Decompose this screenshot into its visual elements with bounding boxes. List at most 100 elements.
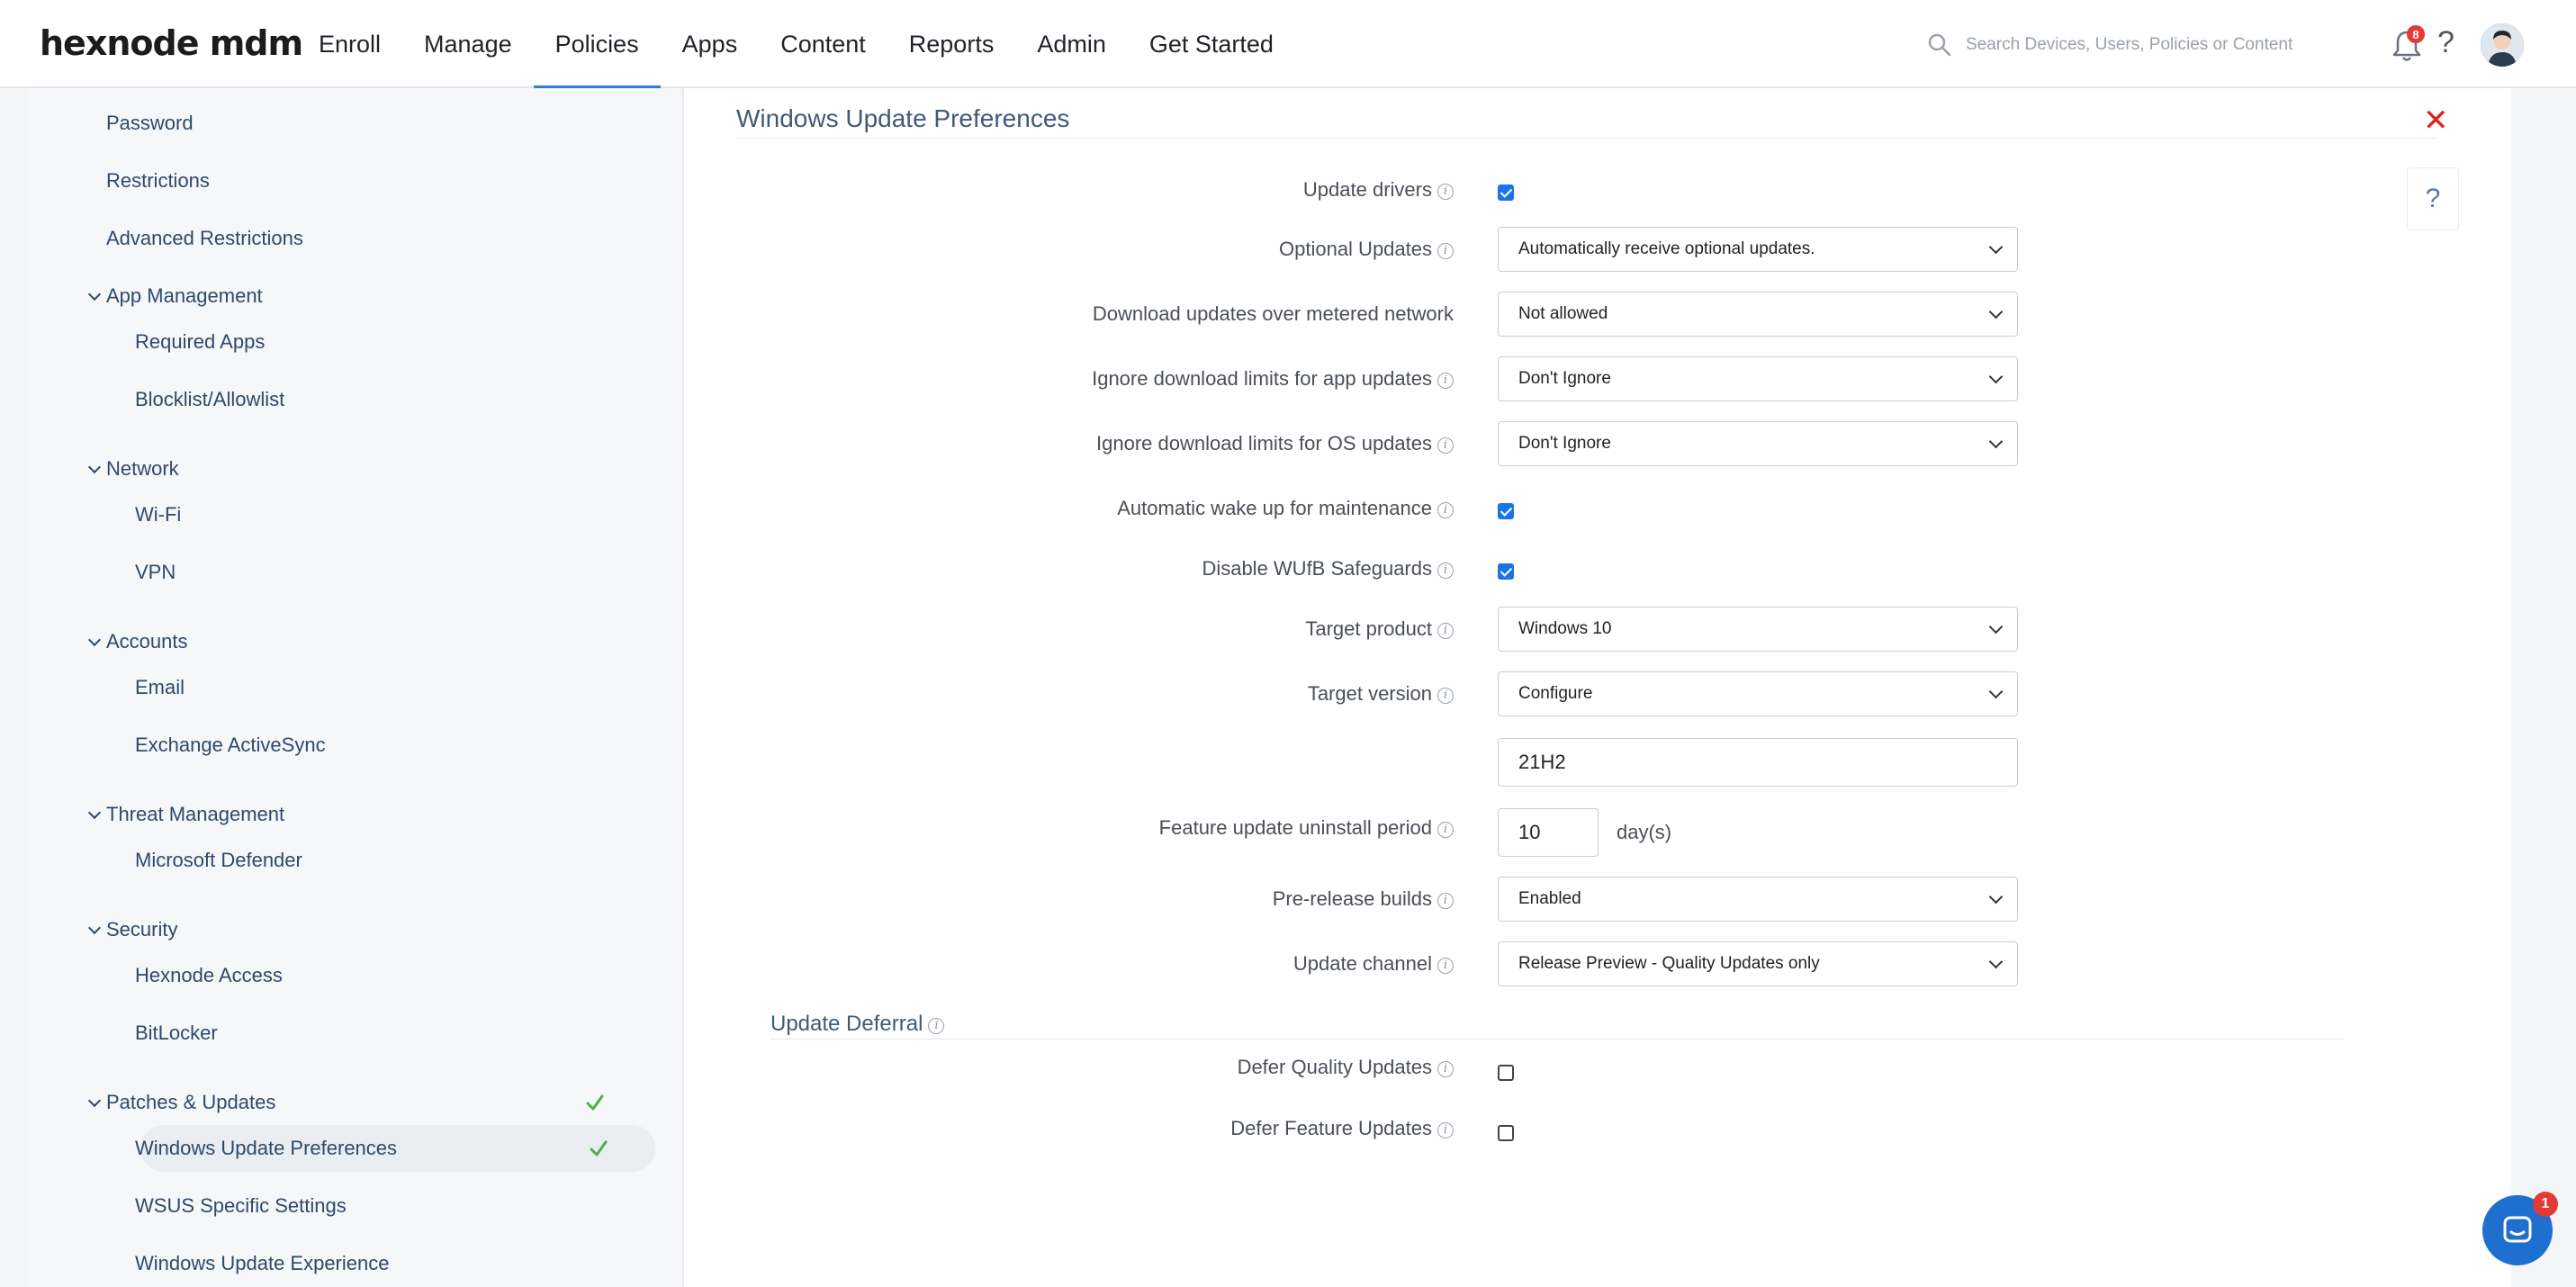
sidebar-item-restrictions[interactable]: Restrictions — [106, 169, 210, 193]
sidebar-group-security[interactable]: Security — [87, 918, 177, 941]
chevron-down-icon — [87, 460, 102, 474]
info-icon[interactable]: i — [1437, 1061, 1454, 1077]
sidebar-item-hexnode-access[interactable]: Hexnode Access — [135, 964, 283, 987]
nav-manage[interactable]: Manage — [402, 0, 534, 88]
chevron-down-icon — [1988, 239, 2004, 255]
search-input[interactable] — [1966, 35, 2344, 55]
nav-policies[interactable]: Policies — [533, 0, 661, 90]
search-icon — [1926, 32, 1953, 58]
chevron-down-icon — [1988, 619, 2004, 634]
chevron-down-icon — [87, 806, 102, 820]
main-nav: Enroll Manage Policies Apps Content Repo… — [297, 0, 1295, 90]
page-title: Windows Update Preferences — [736, 104, 1070, 132]
help-button[interactable]: ? — [2407, 167, 2459, 230]
field-row: Defer Feature Updates i — [684, 1117, 1454, 1149]
info-icon[interactable]: i — [1437, 373, 1454, 389]
disable-safeguards-checkbox[interactable] — [1498, 563, 1514, 580]
info-icon[interactable]: i — [1437, 243, 1454, 259]
field-row: Disable WUfB Safeguards i — [684, 557, 1454, 590]
info-icon[interactable]: i — [1437, 184, 1454, 200]
sidebar-item-exchange[interactable]: Exchange ActiveSync — [135, 734, 326, 757]
field-label: Feature update uninstall period i — [1159, 816, 1454, 840]
sidebar-item-defender[interactable]: Microsoft Defender — [135, 849, 302, 872]
field-label: Download updates over metered network — [1092, 302, 1454, 325]
field-row: Target product i — [684, 617, 1454, 650]
chevron-down-icon — [87, 287, 102, 302]
nav-get-started[interactable]: Get Started — [1128, 0, 1295, 88]
nav-reports[interactable]: Reports — [887, 0, 1016, 88]
sidebar-item-wifi[interactable]: Wi-Fi — [135, 503, 181, 526]
uninstall-period-input[interactable] — [1498, 808, 1599, 857]
hexnode-logo[interactable]: hexnode mdm — [40, 23, 303, 63]
nav-content[interactable]: Content — [759, 0, 887, 88]
field-row: Optional Updates i — [684, 238, 1454, 270]
field-row: Download updates over metered network — [684, 302, 1454, 335]
target-product-select[interactable]: Windows 10 — [1498, 607, 2018, 652]
prerelease-builds-select[interactable]: Enabled — [1498, 877, 2018, 922]
field-row: Feature update uninstall period i — [684, 816, 1454, 849]
defer-feature-checkbox[interactable] — [1498, 1125, 1514, 1141]
field-label: Update drivers i — [1303, 178, 1454, 202]
defer-quality-checkbox[interactable] — [1498, 1065, 1514, 1081]
user-avatar[interactable] — [2481, 23, 2524, 67]
chevron-down-icon — [1988, 684, 2004, 699]
info-icon[interactable]: i — [1437, 958, 1454, 974]
field-label: Defer Feature Updates i — [1230, 1117, 1454, 1140]
sidebar-group-threat-management[interactable]: Threat Management — [87, 803, 284, 826]
info-icon[interactable]: i — [1437, 623, 1454, 639]
sidebar-item-vpn[interactable]: VPN — [135, 561, 176, 584]
field-row: Automatic wake up for maintenance i — [684, 497, 1454, 529]
nav-enroll[interactable]: Enroll — [297, 0, 402, 88]
metered-network-select[interactable]: Not allowed — [1498, 292, 2018, 337]
target-version-select[interactable]: Configure — [1498, 671, 2018, 716]
target-version-input[interactable] — [1498, 738, 2018, 787]
update-channel-select[interactable]: Release Preview - Quality Updates only — [1498, 941, 2018, 986]
info-icon[interactable]: i — [1437, 688, 1454, 704]
close-icon[interactable]: ✕ — [2423, 103, 2449, 139]
global-search — [1926, 27, 2358, 63]
notifications-button[interactable]: 8 — [2391, 25, 2425, 63]
chevron-down-icon — [1988, 434, 2004, 449]
sidebar-group-patches[interactable]: Patches & Updates — [87, 1091, 275, 1114]
info-icon[interactable]: i — [928, 1018, 945, 1034]
info-icon[interactable]: i — [1437, 562, 1454, 579]
help-icon[interactable]: ? — [2437, 25, 2454, 60]
notification-badge: 8 — [2407, 25, 2425, 43]
field-label: Ignore download limits for app updates i — [1092, 367, 1454, 391]
info-icon[interactable]: i — [1437, 822, 1454, 838]
sidebar-item-required-apps[interactable]: Required Apps — [135, 330, 265, 354]
update-drivers-checkbox[interactable] — [1498, 184, 1514, 201]
section-divider — [770, 1039, 2344, 1040]
check-icon — [589, 1138, 608, 1158]
sidebar-item-email[interactable]: Email — [135, 676, 185, 699]
sidebar-group-accounts[interactable]: Accounts — [87, 630, 188, 653]
info-icon[interactable]: i — [1437, 893, 1454, 909]
sidebar-item-windows-update-experience[interactable]: Windows Update Experience — [135, 1252, 389, 1275]
nav-admin[interactable]: Admin — [1015, 0, 1128, 88]
chevron-down-icon — [1988, 304, 2004, 320]
chat-icon — [2503, 1216, 2532, 1243]
field-label: Target product i — [1305, 617, 1454, 641]
optional-updates-select[interactable]: Automatically receive optional updates. — [1498, 227, 2018, 272]
info-icon[interactable]: i — [1437, 437, 1454, 454]
sidebar-item-advanced-restrictions[interactable]: Advanced Restrictions — [106, 227, 303, 250]
sidebar-item-blocklist[interactable]: Blocklist/Allowlist — [135, 388, 284, 411]
sidebar-group-app-management[interactable]: App Management — [87, 284, 263, 308]
sidebar-item-windows-update-preferences[interactable]: Windows Update Preferences — [135, 1137, 397, 1160]
field-label: Update channel i — [1293, 952, 1454, 976]
nav-apps[interactable]: Apps — [661, 0, 760, 88]
chat-button[interactable]: 1 — [2482, 1192, 2558, 1265]
chevron-down-icon — [1988, 889, 2004, 904]
sidebar-item-wsus[interactable]: WSUS Specific Settings — [135, 1194, 347, 1218]
sidebar-item-bitlocker[interactable]: BitLocker — [135, 1022, 218, 1045]
sidebar-group-network[interactable]: Network — [87, 457, 179, 481]
field-label: Defer Quality Updates i — [1238, 1056, 1454, 1079]
auto-wake-checkbox[interactable] — [1498, 503, 1514, 519]
info-icon[interactable]: i — [1437, 1122, 1454, 1138]
field-row: Update channel i — [684, 952, 1454, 985]
chat-badge: 1 — [2533, 1192, 2558, 1217]
info-icon[interactable]: i — [1437, 502, 1454, 518]
ignore-os-limits-select[interactable]: Don't Ignore — [1498, 421, 2018, 466]
ignore-app-limits-select[interactable]: Don't Ignore — [1498, 356, 2018, 401]
sidebar-item-password[interactable]: Password — [106, 112, 194, 135]
